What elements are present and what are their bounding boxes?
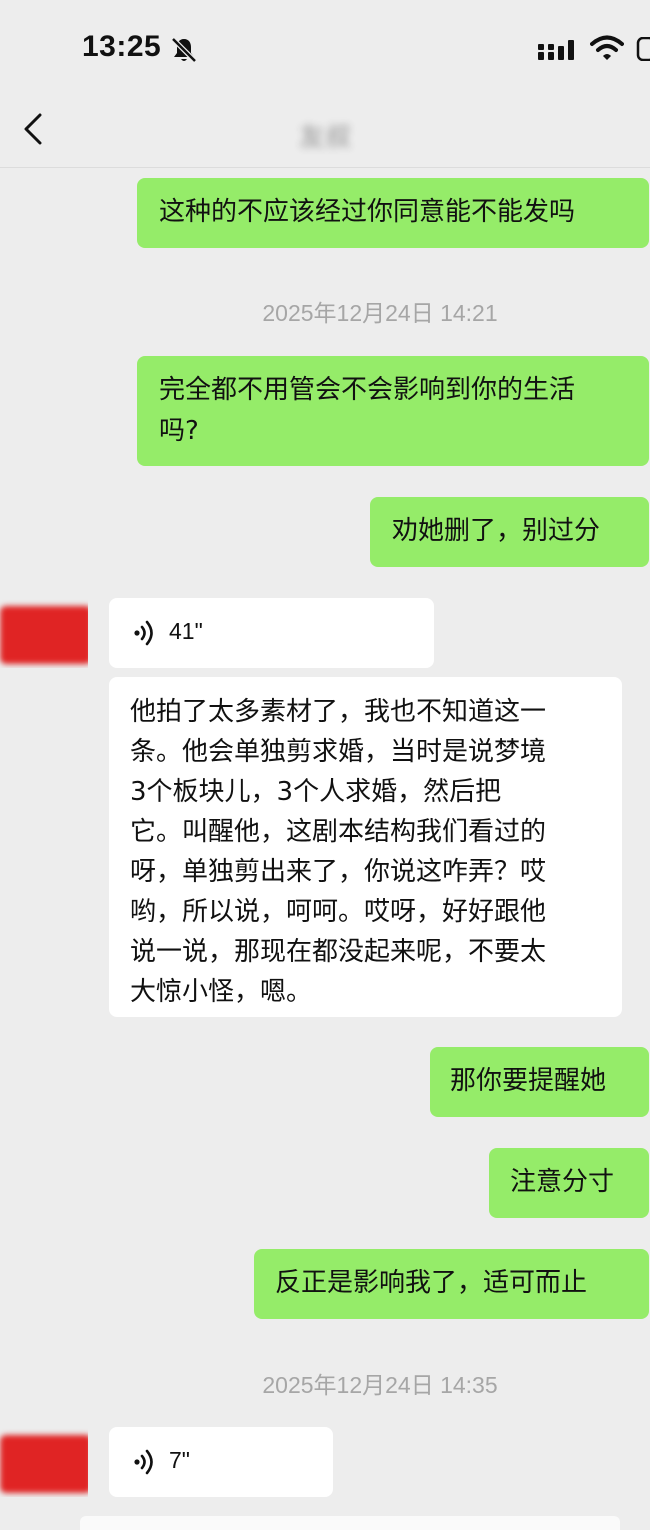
message-bubble-sent[interactable]: 劝她删了，别过分 [370, 497, 649, 567]
transcript-line: 大惊小怪，嗯。 [130, 977, 313, 1007]
bell-muted-icon [171, 37, 197, 63]
battery-icon [636, 37, 650, 61]
message-text-line: 完全都不用管会不会影响到你的生活 [159, 375, 576, 405]
timestamp: 2025年12月24日 14:21 [262, 300, 498, 326]
voice-message[interactable]: 41" [109, 598, 434, 668]
status-time: 13:25 [82, 30, 162, 63]
voice-duration: 7" [169, 1447, 190, 1473]
wifi-icon [590, 35, 624, 60]
avatar[interactable] [0, 1427, 88, 1497]
nav-bar: 友叔 [0, 95, 650, 168]
signal-icon [538, 40, 574, 60]
message-bubble-sent[interactable]: 注意分寸 [489, 1148, 649, 1218]
transcript-line: 他拍了太多素材了，我也不知道这一 [130, 697, 547, 727]
message-bubble-sent[interactable]: 反正是影响我了，适可而止 [254, 1249, 649, 1319]
timestamp: 2025年12月24日 14:35 [262, 1372, 498, 1398]
chat-title: 友叔 [298, 123, 351, 153]
transcript-line: 它。叫醒他，这剧本结构我们看过的 [130, 817, 547, 847]
next-message-edge [80, 1516, 620, 1530]
message-bubble-sent[interactable]: 这种的不应该经过你同意能不能发吗 [137, 178, 649, 248]
message-text: 这种的不应该经过你同意能不能发吗 [159, 197, 576, 227]
transcript-line: 说一说，那现在都没起来呢，不要太 [130, 937, 547, 967]
avatar-redaction [0, 606, 88, 664]
message-bubble-sent[interactable]: 那你要提醒她 [430, 1047, 649, 1117]
message-text: 劝她删了，别过分 [392, 516, 601, 546]
transcript-line: 条。他会单独剪求婚，当时是说梦境 [130, 737, 547, 767]
voice-message[interactable]: 7" [109, 1427, 333, 1497]
transcript-line: 3个板块儿，3个人求婚，然后把 [130, 777, 502, 807]
voice-wave-icon [134, 620, 153, 646]
voice-transcript-bubble[interactable]: 他拍了太多素材了，我也不知道这一 条。他会单独剪求婚，当时是说梦境 3个板块儿，… [109, 677, 622, 1017]
transcript-line: 呀，单独剪出来了，你说这咋弄？哎 [130, 857, 547, 887]
avatar-redaction [0, 1435, 88, 1493]
message-text: 反正是影响我了，适可而止 [275, 1268, 588, 1298]
status-bar: 13:25 [0, 0, 650, 95]
message-bubble-sent[interactable]: 完全都不用管会不会影响到你的生活 吗? [137, 356, 649, 466]
message-text: 注意分寸 [510, 1167, 615, 1197]
transcript-line: 哟，所以说，呵呵。哎呀，好好跟他 [130, 897, 547, 927]
voice-wave-icon [134, 1449, 153, 1475]
message-text-line: 吗? [159, 416, 199, 446]
avatar[interactable] [0, 598, 88, 668]
voice-duration: 41" [169, 618, 203, 644]
message-text: 那你要提醒她 [450, 1066, 607, 1096]
